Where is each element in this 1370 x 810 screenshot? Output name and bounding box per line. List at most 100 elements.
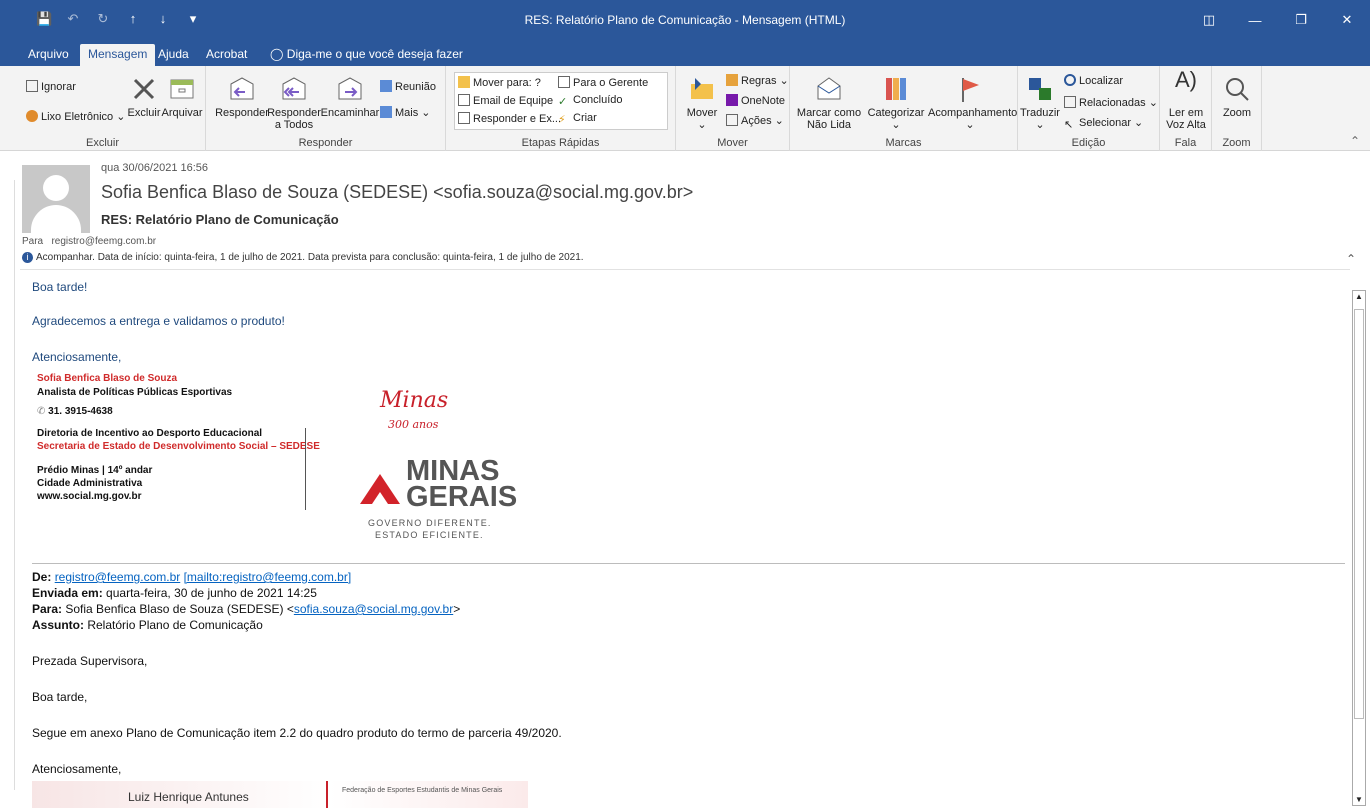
regras-label: Regras bbox=[741, 75, 777, 87]
title-bar: 💾 ↶ ↻ ↑ ↓ ▾ RES: Relatório Plano de Comu… bbox=[0, 0, 1370, 40]
reuniao-button[interactable]: Reunião bbox=[380, 80, 436, 93]
close-button[interactable]: ✕ bbox=[1324, 0, 1370, 40]
phone-icon: ✆ bbox=[37, 406, 46, 417]
quoted-p1: Prezada Supervisora, bbox=[32, 654, 148, 668]
zoom-button[interactable]: Zoom bbox=[1216, 74, 1258, 119]
actions-icon bbox=[726, 114, 738, 126]
reply-all-icon bbox=[279, 74, 309, 104]
message-header: qua 30/06/2021 16:56 Sofia Benfica Blaso… bbox=[0, 152, 1370, 270]
categorizar-label: Categorizar bbox=[867, 107, 925, 119]
selecionar-button[interactable]: ↖ Selecionar ⌄ bbox=[1064, 116, 1143, 131]
encaminhar-label: Encaminhar bbox=[320, 107, 380, 119]
categorizar-button[interactable]: Categorizar ⌄ bbox=[864, 74, 928, 131]
tab-arquivo[interactable]: Arquivo bbox=[20, 44, 77, 66]
traduzir-button[interactable]: Traduzir ⌄ bbox=[1020, 74, 1060, 131]
ribbon: Ignorar Lixo Eletrônico ⌄ Excluir Arquiv… bbox=[0, 66, 1370, 151]
tab-acrobat[interactable]: Acrobat bbox=[198, 44, 255, 66]
relacionadas-button[interactable]: Relacionadas ⌄ bbox=[1064, 96, 1158, 109]
tab-ajuda[interactable]: Ajuda bbox=[150, 44, 197, 66]
acompanhamento-button[interactable]: Acompanhamento ⌄ bbox=[928, 74, 1017, 131]
scroll-thumb[interactable] bbox=[1354, 309, 1364, 719]
sig-secretaria: Secretaria de Estado de Desenvolvimento … bbox=[37, 441, 320, 452]
de-mailto-link[interactable]: [mailto:registro@feemg.com.br] bbox=[184, 570, 352, 584]
manager-icon bbox=[558, 76, 570, 88]
avatar bbox=[22, 165, 90, 233]
de-email-link[interactable]: registro@feemg.com.br bbox=[55, 570, 181, 584]
quick-step-concluido[interactable]: ✓ Concluído bbox=[558, 94, 623, 108]
assunto-label: Assunto: bbox=[32, 618, 84, 632]
lixo-eletronico-button[interactable]: Lixo Eletrônico ⌄ bbox=[26, 110, 125, 123]
reading-pane-scrollbar[interactable] bbox=[5, 180, 15, 790]
mais-label: Mais bbox=[395, 107, 419, 119]
mark-unread-icon bbox=[814, 74, 844, 104]
ignorar-button[interactable]: Ignorar bbox=[26, 80, 76, 93]
ribbon-display-icon[interactable]: ◫ bbox=[1186, 0, 1232, 40]
ler-voz-alta-button[interactable]: A) Ler em Voz Alta bbox=[1164, 69, 1208, 132]
enviada-label: Enviada em: bbox=[32, 586, 103, 600]
mais-button[interactable]: Mais ⌄ bbox=[380, 106, 431, 119]
lightbulb-icon: ◯ bbox=[270, 47, 284, 61]
reply-delete-icon bbox=[458, 112, 470, 124]
lixo-label: Lixo Eletrônico bbox=[41, 111, 114, 123]
body-scrollbar[interactable]: ▲ ▼ bbox=[1352, 290, 1366, 806]
scroll-up-icon[interactable]: ▲ bbox=[1355, 292, 1363, 301]
mover-label: Mover bbox=[686, 107, 718, 119]
ler-label-1: Ler em bbox=[1168, 107, 1204, 119]
ignorar-label: Ignorar bbox=[41, 81, 76, 93]
restore-button[interactable]: ❐ bbox=[1278, 0, 1324, 40]
flag-icon bbox=[955, 74, 985, 104]
quick-step-mover[interactable]: Mover para: ? bbox=[458, 76, 541, 89]
onenote-button[interactable]: OneNote bbox=[726, 94, 785, 107]
marcar-label-1: Marcar como bbox=[796, 107, 862, 119]
meeting-icon bbox=[380, 80, 392, 92]
enviada-value: quarta-feira, 30 de junho de 2021 14:25 bbox=[106, 586, 317, 600]
mg-logo-line2: GERAIS bbox=[406, 481, 518, 513]
localizar-button[interactable]: Localizar bbox=[1064, 74, 1123, 87]
group-mover: Mover ⌄ Regras ⌄ OneNote Ações ⌄ Mover bbox=[676, 66, 790, 151]
to-address[interactable]: registro@feemg.com.br bbox=[51, 236, 156, 247]
collapse-header-icon[interactable]: ⌃ bbox=[1346, 252, 1356, 266]
para-name: Sofia Benfica Blaso de Souza (SEDESE) < bbox=[65, 602, 294, 616]
closing: Atenciosamente, bbox=[32, 350, 122, 364]
rules-icon bbox=[726, 74, 738, 86]
sig-building: Prédio Minas | 14º andar bbox=[37, 465, 153, 476]
tab-mensagem[interactable]: Mensagem bbox=[80, 44, 156, 66]
zoom-label: Zoom bbox=[1222, 107, 1252, 119]
quick-step-criar[interactable]: ⚡ Criar bbox=[558, 112, 597, 126]
onenote-label: OneNote bbox=[741, 95, 786, 107]
quick-step-email-equipe[interactable]: Email de Equipe bbox=[458, 94, 553, 107]
regras-button[interactable]: Regras ⌄ bbox=[726, 74, 789, 87]
tell-me-search[interactable]: ◯ Diga-me o que você deseja fazer bbox=[262, 44, 471, 66]
acoes-label: Ações bbox=[741, 115, 772, 127]
mover-button[interactable]: Mover ⌄ bbox=[682, 74, 722, 131]
delete-icon bbox=[129, 74, 159, 104]
quick-step-gerente[interactable]: Para o Gerente bbox=[558, 76, 648, 89]
quick-step-responder[interactable]: Responder e Ex... bbox=[458, 112, 561, 125]
mg-tagline-2: ESTADO EFICIENTE. bbox=[375, 530, 484, 540]
collapse-ribbon-icon[interactable]: ⌃ bbox=[1350, 134, 1360, 148]
scroll-down-icon[interactable]: ▼ bbox=[1355, 795, 1363, 804]
responder-todos-button[interactable]: Responder a Todos bbox=[266, 74, 322, 131]
group-label-responder: Responder bbox=[298, 137, 353, 149]
sender[interactable]: Sofia Benfica Blaso de Souza (SEDESE) <s… bbox=[101, 182, 693, 203]
assunto-value: Relatório Plano de Comunicação bbox=[87, 618, 263, 632]
body-line1: Agradecemos a entrega e validamos o prod… bbox=[32, 314, 285, 328]
quick-step-concluido-label: Concluído bbox=[573, 94, 623, 106]
junk-icon bbox=[26, 110, 38, 122]
responder-button[interactable]: Responder bbox=[214, 74, 270, 119]
para-end: > bbox=[453, 602, 461, 616]
para-email-link[interactable]: sofia.souza@social.mg.gov.br bbox=[294, 602, 453, 616]
group-edicao: Traduzir ⌄ Localizar Relacionadas ⌄ ↖ Sele… bbox=[1018, 66, 1160, 151]
header-divider bbox=[20, 269, 1350, 270]
localizar-label: Localizar bbox=[1079, 75, 1124, 87]
encaminhar-button[interactable]: Encaminhar bbox=[320, 74, 380, 119]
marcar-nao-lida-button[interactable]: Marcar como Não Lida bbox=[796, 74, 862, 131]
minimize-button[interactable]: — bbox=[1232, 0, 1278, 40]
arquivar-label: Arquivar bbox=[161, 107, 203, 119]
arquivar-button[interactable]: Arquivar bbox=[160, 74, 204, 119]
quick-step-gerente-label: Para o Gerente bbox=[573, 77, 649, 89]
acoes-button[interactable]: Ações ⌄ bbox=[726, 114, 784, 127]
group-zoom: Zoom Zoom bbox=[1212, 66, 1262, 151]
quoted-from: De: registro@feemg.com.br [mailto:regist… bbox=[32, 570, 351, 584]
onenote-icon bbox=[726, 94, 738, 106]
